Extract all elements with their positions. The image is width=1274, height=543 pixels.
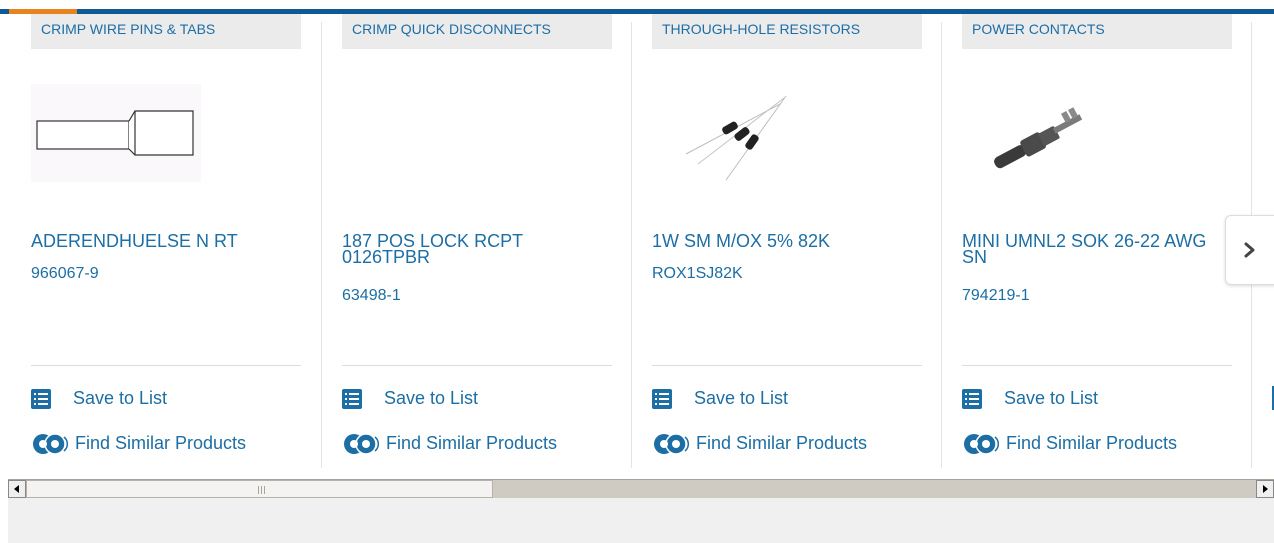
part-number[interactable]: ROX1SJ82K [652, 265, 743, 283]
save-to-list-label: Save to List [73, 388, 168, 408]
part-number[interactable]: 794219-1 [962, 287, 1030, 305]
product-image[interactable] [31, 84, 201, 182]
find-similar-label: Find Similar Products [696, 433, 868, 453]
carousel-next-button[interactable] [1225, 215, 1274, 285]
category-label[interactable]: POWER CONTACTS [962, 14, 1232, 49]
find-similar-icon [962, 432, 1002, 456]
find-similar-icon [31, 432, 71, 456]
checklist-icon [652, 389, 672, 409]
category-label[interactable]: CRIMP WIRE PINS & TABS [31, 14, 301, 49]
scrollbar-thumb[interactable] [26, 480, 493, 498]
chevron-right-icon [1244, 242, 1255, 258]
divider [962, 365, 1232, 366]
part-number[interactable]: 966067-9 [31, 265, 99, 283]
find-similar-label: Find Similar Products [1006, 433, 1178, 453]
checklist-icon [962, 389, 982, 409]
card-divider [941, 22, 942, 468]
scroll-right-arrow-icon [1263, 485, 1268, 493]
scroll-left-button[interactable] [8, 480, 26, 498]
product-name[interactable]: MINI UMNL2 SOK 26-22 AWG SN [962, 232, 1232, 266]
divider [342, 365, 612, 366]
find-similar-icon [652, 432, 692, 456]
checklist-icon [31, 389, 51, 409]
save-to-list-label: Save to List [1004, 388, 1099, 408]
product-card: CRIMP QUICK DISCONNECTS 187 POS LOCK RCP… [342, 14, 632, 469]
product-name[interactable]: 1W SM M/OX 5% 82K [652, 232, 922, 250]
checklist-icon [342, 389, 362, 409]
product-card: CRIMP WIRE PINS & TABS ADERENDHUELSE N R… [31, 14, 321, 469]
find-similar-label: Find Similar Products [75, 433, 247, 453]
divider [31, 365, 301, 366]
product-name[interactable]: ADERENDHUELSE N RT [31, 232, 301, 250]
scroll-left-arrow-icon [14, 485, 19, 493]
find-similar-icon [342, 432, 382, 456]
horizontal-scrollbar[interactable] [8, 479, 1274, 498]
product-image[interactable] [962, 84, 1132, 182]
scroll-right-button[interactable] [1256, 480, 1274, 498]
category-label[interactable]: THROUGH-HOLE RESISTORS [652, 14, 922, 49]
part-number[interactable]: 63498-1 [342, 287, 401, 305]
card-divider [631, 22, 632, 468]
card-divider [321, 22, 322, 468]
product-card: POWER CONTACTS MINI UMNL2 SOK 26-22 AWG … [962, 14, 1252, 469]
find-similar-label: Find Similar Products [386, 433, 558, 453]
divider [652, 365, 922, 366]
product-card: THROUGH-HOLE RESISTORS 1W SM M/OX 5% 82K… [652, 14, 942, 469]
page-background [8, 498, 1274, 543]
save-to-list-label: Save to List [384, 388, 479, 408]
product-name[interactable]: 187 POS LOCK RCPT 0126TPBR [342, 232, 612, 266]
category-label[interactable]: CRIMP QUICK DISCONNECTS [342, 14, 612, 49]
save-to-list-label: Save to List [694, 388, 789, 408]
product-carousel: CRIMP WIRE PINS & TABS ADERENDHUELSE N R… [0, 0, 1274, 470]
product-image[interactable] [652, 84, 822, 182]
